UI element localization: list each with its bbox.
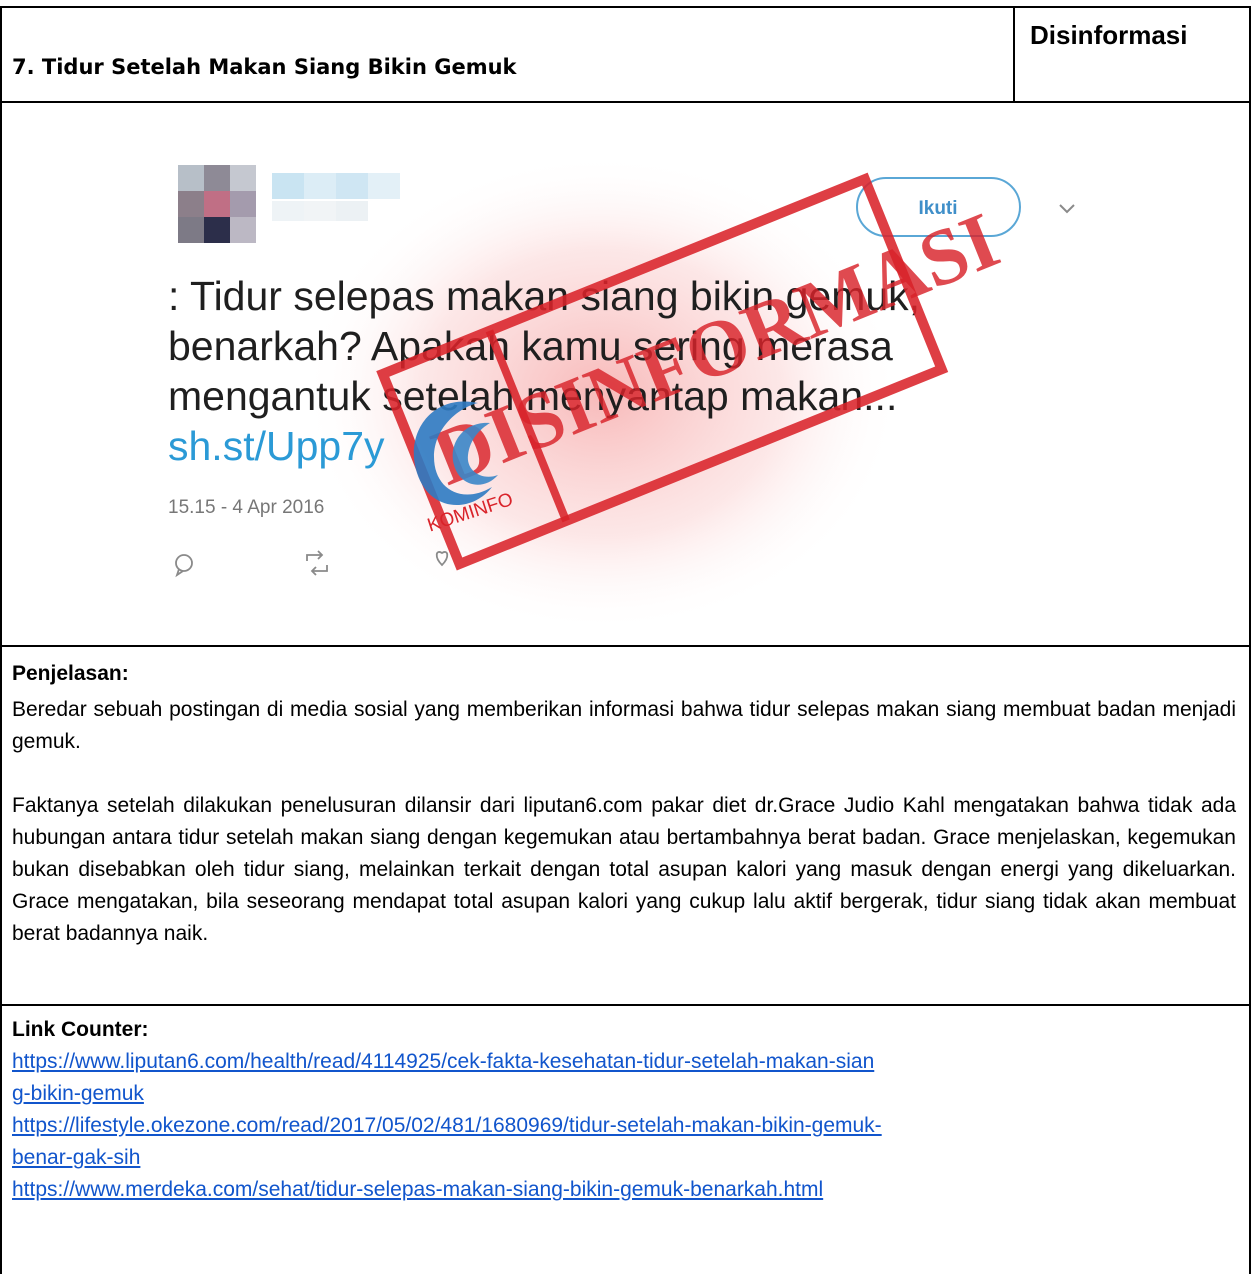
status-label: Disinformasi (1030, 20, 1188, 50)
tweet-timestamp: 15.15 - 4 Apr 2016 (168, 497, 324, 518)
retweet-icon[interactable] (306, 550, 328, 576)
avatar (178, 165, 256, 243)
table-border-top (0, 6, 1251, 8)
tweet-screenshot: : Tidur selepas makan siang bikin gemuk,… (2, 103, 1249, 643)
reply-icon[interactable] (175, 554, 193, 578)
page-title: 7. Tidur Setelah Makan Siang Bikin Gemuk (12, 55, 517, 79)
counter-link-1-line-2[interactable]: g-bikin-gemuk (12, 1078, 144, 1110)
counter-link-1-line-1[interactable]: https://www.liputan6.com/health/read/411… (12, 1046, 874, 1078)
counter-link-3[interactable]: https://www.merdeka.com/sehat/tidur-sele… (12, 1174, 823, 1206)
chevron-down-icon[interactable] (1059, 204, 1075, 214)
explanation-paragraph-2: Faktanya setelah dilakukan penelusuran d… (12, 794, 1236, 945)
image-divider (0, 645, 1251, 647)
tweet-link[interactable]: sh.st/Upp7y (168, 423, 385, 469)
explanation-paragraph-1: Beredar sebuah postingan di media sosial… (12, 698, 1236, 753)
counter-link-2-line-1[interactable]: https://lifestyle.okezone.com/read/2017/… (12, 1110, 882, 1142)
header-cell-divider (1013, 6, 1015, 102)
explanation-heading: Penjelasan: (12, 662, 129, 685)
tweet-image: : Tidur selepas makan siang bikin gemuk,… (168, 153, 1075, 633)
explanation-divider (0, 1004, 1251, 1006)
counter-link-2-line-2[interactable]: benar-gak-sih (12, 1142, 140, 1174)
link-counter-heading: Link Counter: (12, 1018, 149, 1041)
blurred-username (272, 173, 400, 221)
